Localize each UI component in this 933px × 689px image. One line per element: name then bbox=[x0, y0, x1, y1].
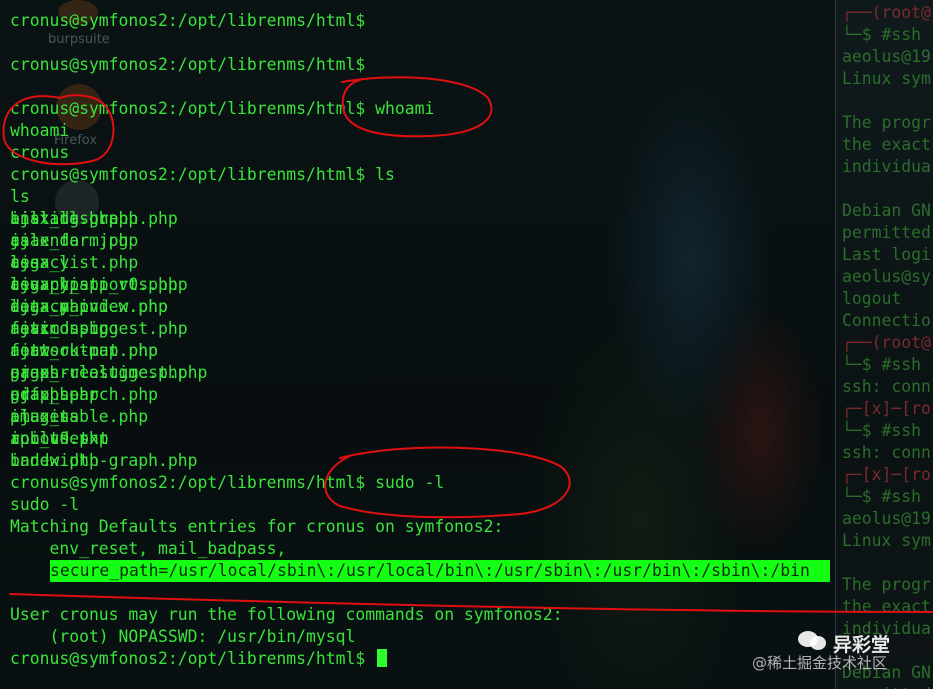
secondary-terminal-line: The progr bbox=[842, 113, 931, 132]
terminal-line: ls bbox=[10, 187, 30, 206]
terminal-line: cronus@symfonos2:/opt/librenms/html$ ls bbox=[10, 165, 395, 184]
secondary-terminal-line: permitted bbox=[842, 223, 931, 242]
secondary-terminal-line: the exact bbox=[842, 597, 931, 616]
secondary-terminal-line: └─$ #ssh bbox=[842, 421, 921, 440]
secure-path-highlight: secure_path=/usr/local/sbin\:/usr/local/… bbox=[50, 560, 830, 582]
ls-entry: pages bbox=[10, 363, 60, 382]
ls-entry: netcmd.php bbox=[10, 319, 109, 338]
secondary-terminal-window[interactable]: ┌──(root@ └─$ #ssh aeolus@19 Linux sym The p… bbox=[835, 0, 933, 689]
secondary-terminal-line: └─$ #ssh bbox=[842, 25, 921, 44]
ls-entry: robots.txt bbox=[10, 429, 109, 448]
secondary-terminal-line: Debian GN bbox=[842, 201, 931, 220]
ls-entry: plugins bbox=[10, 407, 80, 426]
secondary-terminal-line: ┌─[x]─[ro bbox=[842, 399, 931, 418]
ls-entry: network-map.php bbox=[10, 341, 159, 360]
secondary-terminal-line: ssh: conn bbox=[842, 443, 931, 462]
secondary-terminal-line: └─$ #ssh bbox=[842, 487, 921, 506]
terminal-line: (root) NOPASSWD: /usr/bin/mysql bbox=[10, 627, 356, 646]
terminal-line: cronus@symfonos2:/opt/librenms/html$ who… bbox=[10, 99, 435, 118]
prompt-text: cronus@symfonos2:/opt/librenms/html$ bbox=[10, 649, 376, 668]
terminal-line: whoami bbox=[10, 121, 70, 140]
terminal-prompt: cronus@symfonos2:/opt/librenms/html$ bbox=[10, 648, 388, 670]
terminal-line: cronus@symfonos2:/opt/librenms/html$ bbox=[10, 11, 366, 30]
ls-entry: js bbox=[10, 231, 30, 250]
watermark-logo-icon bbox=[797, 628, 827, 652]
terminal-cursor bbox=[377, 649, 388, 667]
secondary-terminal-line: aeolus@sy bbox=[842, 267, 931, 286]
secondary-terminal-line: logout bbox=[842, 289, 902, 308]
secondary-terminal-line: └─$ #ssh bbox=[842, 355, 921, 374]
secondary-terminal-line: individua bbox=[842, 157, 931, 176]
ls-entry: legacy_index.php bbox=[10, 297, 168, 316]
ls-entry: install.php bbox=[10, 209, 119, 228]
watermark-site: @稀土掘金技术社区 bbox=[752, 654, 888, 672]
ls-entry: index.php bbox=[10, 451, 99, 470]
terminal-line: sudo -l bbox=[10, 495, 80, 514]
secure-path-line: secure_path=/usr/local/sbin\:/usr/local/… bbox=[50, 560, 830, 582]
ls-entry: legacy bbox=[10, 253, 70, 272]
ls-entry: pdf.php bbox=[10, 385, 80, 404]
terminal-window[interactable]: cronus@symfonos2:/opt/librenms/html$ cron… bbox=[0, 0, 835, 689]
terminal-line: env_reset, mail_badpass, bbox=[10, 539, 287, 558]
secondary-terminal-line: Linux sym bbox=[842, 69, 931, 88]
secondary-terminal-line: Last logi bbox=[842, 245, 931, 264]
secondary-terminal-line: aeolus@19 bbox=[842, 509, 931, 528]
ls-entry: legacy_api_v0.php bbox=[10, 275, 178, 294]
secondary-terminal-line: aeolus@19 bbox=[842, 47, 931, 66]
terminal-line: cronus@symfonos2:/opt/librenms/html$ bbox=[10, 55, 366, 74]
secondary-terminal-line: the exact bbox=[842, 135, 931, 154]
terminal-line: Matching Defaults entries for cronus on … bbox=[10, 517, 504, 536]
terminal-line: cronus bbox=[10, 143, 70, 162]
terminal-line: cronus@symfonos2:/opt/librenms/html$ sud… bbox=[10, 473, 445, 492]
secondary-terminal-line: The progr bbox=[842, 575, 931, 594]
secondary-terminal-line: ssh: conn bbox=[842, 377, 931, 396]
secondary-terminal-line: Linux sym bbox=[842, 531, 931, 550]
secondary-terminal-line: ┌─[x]─[ro bbox=[842, 465, 931, 484]
secondary-terminal-line: permitted bbox=[842, 684, 931, 689]
terminal-line: User cronus may run the following comman… bbox=[10, 605, 563, 624]
secondary-terminal-line: ┌──(root@ bbox=[842, 3, 931, 22]
secondary-terminal-line: Connectio bbox=[842, 311, 931, 330]
secondary-terminal-line: ┌──(root@ bbox=[842, 333, 931, 352]
